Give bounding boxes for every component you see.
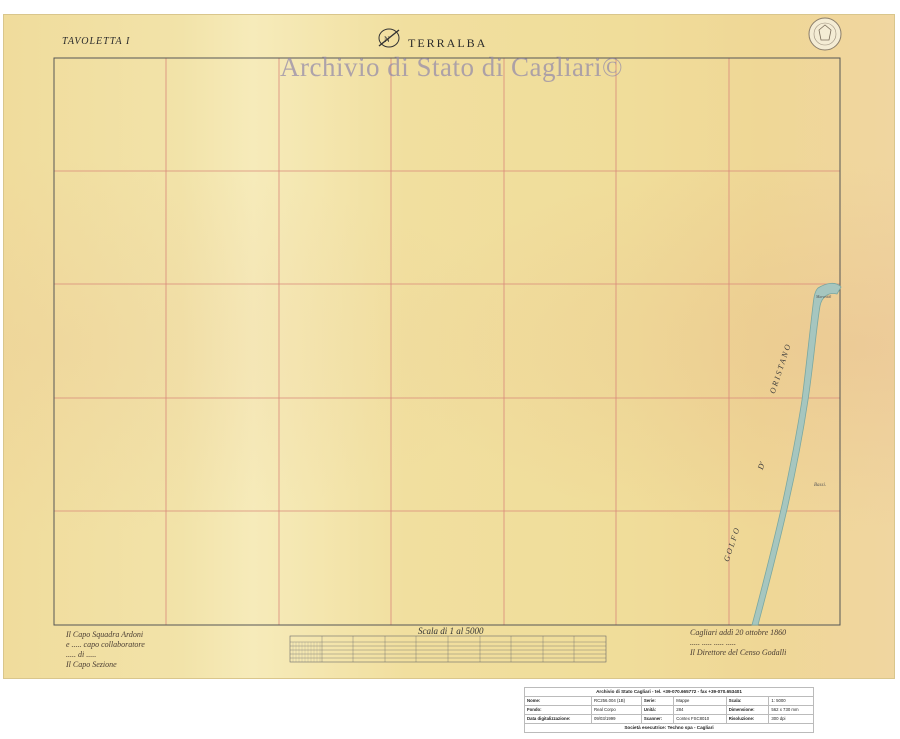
info-label: Nome: — [523, 696, 593, 706]
signature-right-line: Il Direttore del Censo Godalli — [690, 648, 787, 657]
info-label: Dimensione: — [725, 705, 770, 715]
info-value: 1: 5000 — [768, 696, 814, 706]
place-name: TERRALBA — [408, 36, 488, 50]
signature-left-line: Il Capo Sezione — [66, 660, 117, 669]
map-frame — [53, 57, 841, 626]
info-label: Scala: — [725, 696, 770, 706]
table-row: Data digitalizzazione: 09/03/1999 Scanne… — [523, 714, 814, 724]
info-value: 562 x 730 mm — [768, 705, 814, 715]
table-row: Nome: RC256.004 (1B) Serie: Mappe Scala:… — [523, 696, 814, 706]
info-label: Data digitalizzazione: — [523, 714, 593, 724]
svg-text:Bassi.: Bassi. — [814, 483, 826, 488]
archive-watermark: Archivio di Stato di Cagliari© — [280, 52, 623, 82]
archive-seal-icon — [808, 17, 842, 51]
signature-left-line: e ..... capo collaboratore — [66, 640, 145, 649]
info-label: Unità: — [640, 705, 675, 715]
info-label: Risoluzione: — [725, 714, 770, 724]
scale-label: Scala di 1 al 5000 — [418, 626, 484, 636]
signature-right-line: Cagliari addì 20 ottobre 1860 — [690, 628, 787, 637]
grid-lines — [54, 58, 840, 625]
svg-text:Marceddì: Marceddì — [815, 294, 831, 299]
svg-text:N: N — [384, 35, 390, 44]
signature-left-line: ..... di ..... — [66, 650, 97, 659]
info-value: 284 — [673, 705, 727, 715]
info-value: Real Corpo — [591, 705, 642, 715]
info-value: 300 dpi — [768, 714, 814, 724]
signature-left: Il Capo Squadra Ardoni e ..... capo coll… — [66, 630, 196, 670]
info-label: Scanner: — [640, 714, 675, 724]
table-row: Fondo: Real Corpo Unità: 284 Dimensione:… — [523, 705, 814, 715]
sheet-label: TAVOLETTA I — [62, 36, 131, 47]
compass-icon: N — [378, 28, 400, 48]
info-card-footer: Società esecutrice: Techno spa - Cagliar… — [524, 723, 814, 733]
signature-left-line: Il Capo Squadra Ardoni — [66, 630, 144, 639]
info-value: RC256.004 (1B) — [591, 696, 642, 706]
signature-right: Cagliari addì 20 ottobre 1860 ..... ....… — [690, 628, 830, 658]
info-card-header: Archivio di Stato Cagliari - tel. +39-07… — [524, 687, 814, 697]
info-label: Serie: — [640, 696, 675, 706]
info-label: Fondo: — [523, 705, 593, 715]
scale-bar — [289, 635, 607, 663]
archive-info-card: Archivio di Stato Cagliari - tel. +39-07… — [523, 687, 814, 733]
coastline — [751, 282, 842, 626]
info-value: Contex FSC8010 — [673, 714, 727, 724]
signature-right-line: ..... ..... ..... ..... — [690, 638, 736, 647]
info-value: Mappe — [673, 696, 727, 706]
info-value: 09/03/1999 — [591, 714, 642, 724]
